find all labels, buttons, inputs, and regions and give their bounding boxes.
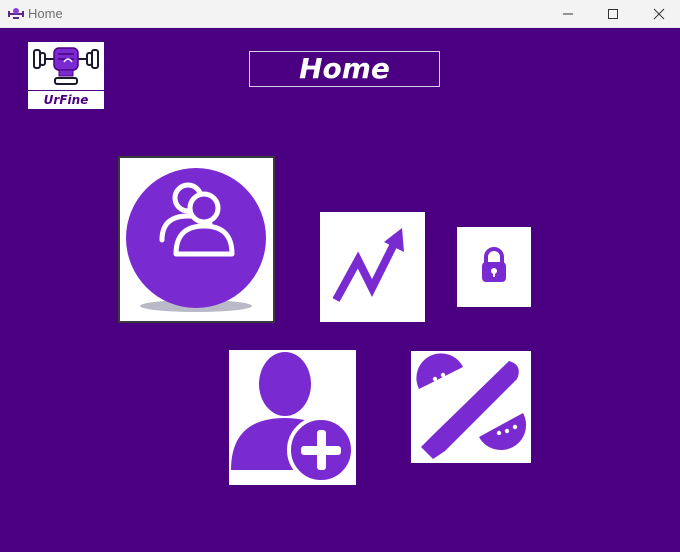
close-button[interactable]: [636, 0, 680, 28]
minimize-button[interactable]: [545, 0, 591, 28]
main-content: UrFine Home: [0, 28, 680, 552]
fist-dumbbell-icon: [33, 47, 99, 85]
lock-icon: [482, 247, 506, 282]
maximize-button[interactable]: [590, 0, 636, 28]
members-tile[interactable]: [118, 156, 275, 323]
maximize-icon: [608, 9, 618, 19]
page-title: Home: [249, 51, 440, 87]
window-titlebar: Home: [0, 0, 680, 28]
minimize-icon: [563, 13, 573, 15]
diet-tile[interactable]: [411, 351, 531, 463]
logo-label: UrFine: [28, 91, 104, 109]
users-icon: [126, 168, 266, 312]
logo: [28, 42, 104, 90]
app-icon: [8, 6, 24, 22]
trending-up-icon: [332, 228, 404, 302]
lock-tile[interactable]: [457, 227, 531, 307]
add-user-tile[interactable]: [229, 350, 356, 485]
progress-tile[interactable]: [320, 212, 425, 322]
close-icon: [653, 8, 665, 20]
knife-fruit-icon: [416, 353, 527, 459]
add-user-icon: [231, 352, 355, 484]
window-title: Home: [28, 6, 63, 21]
